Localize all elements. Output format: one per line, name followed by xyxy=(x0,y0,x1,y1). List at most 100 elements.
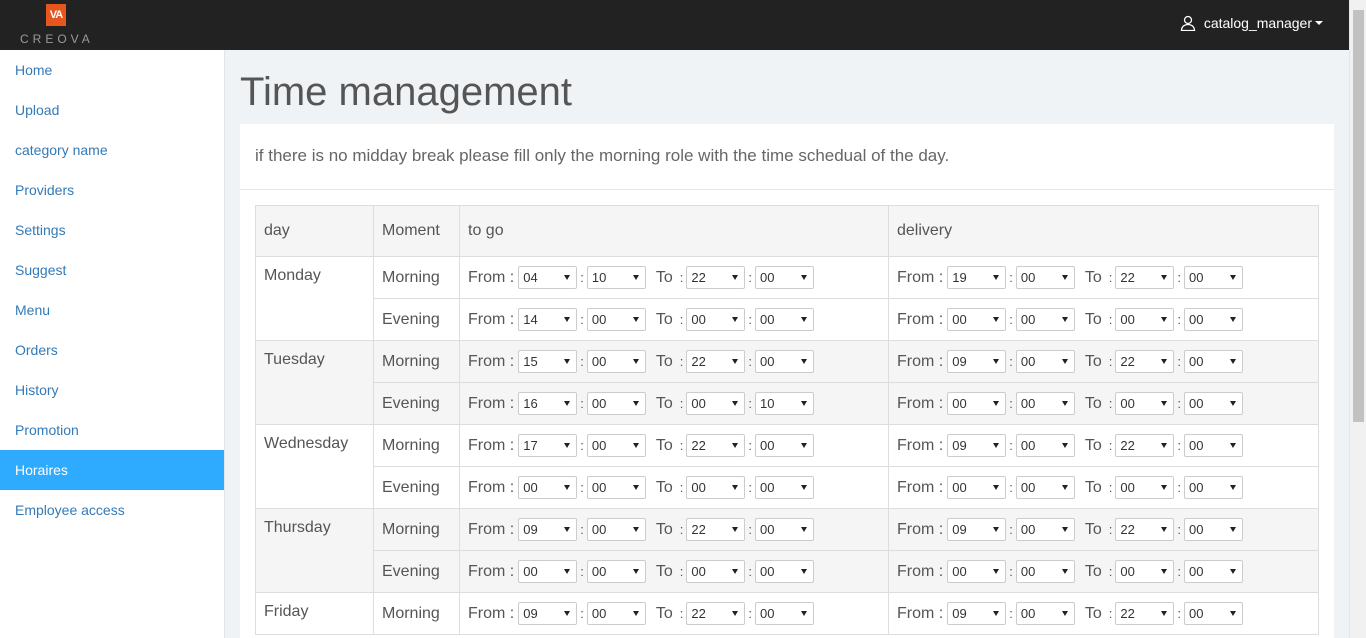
sidebar-item-home[interactable]: Home xyxy=(0,50,224,90)
delivery-from-hour-select[interactable]: 09 xyxy=(947,518,1007,541)
togo-from-hour-select[interactable]: 04 xyxy=(518,266,578,289)
togo-from-hour-select[interactable]: 09 xyxy=(518,518,578,541)
delivery-to-hour-select[interactable]: 00 xyxy=(1115,392,1175,415)
sidebar-item-menu[interactable]: Menu xyxy=(0,290,224,330)
delivery-from-minute-select[interactable]: 00 xyxy=(1015,350,1075,373)
time-colon: : xyxy=(748,270,752,285)
moment-cell: Evening xyxy=(373,466,460,509)
togo-to-minute-select[interactable]: 00 xyxy=(755,308,814,331)
page-scrollbar[interactable] xyxy=(1349,0,1366,638)
from-label: From : xyxy=(897,268,944,286)
togo-to-minute-select[interactable]: 00 xyxy=(755,602,814,625)
delivery-from-hour-select[interactable]: 09 xyxy=(947,602,1007,625)
togo-to-minute-select[interactable]: 00 xyxy=(755,434,814,457)
delivery-from-hour-select[interactable]: 00 xyxy=(947,392,1007,415)
delivery-from-minute-select[interactable]: 00 xyxy=(1015,308,1075,331)
togo-from-hour-select[interactable]: 00 xyxy=(518,476,578,499)
delivery-from-minute-select[interactable]: 00 xyxy=(1015,266,1075,289)
togo-from-minute-select[interactable]: 00 xyxy=(586,308,646,331)
togo-to-hour-select[interactable]: 00 xyxy=(686,392,746,415)
delivery-to-minute-select[interactable]: 00 xyxy=(1184,392,1243,415)
delivery-cell: From :00:00 To:00:00 xyxy=(888,466,1319,509)
delivery-from-hour-select[interactable]: 00 xyxy=(947,560,1007,583)
togo-time-range: From :04:10 To:22:00 xyxy=(468,266,888,289)
togo-to-hour-select[interactable]: 22 xyxy=(686,434,746,457)
delivery-from-minute-select[interactable]: 00 xyxy=(1015,476,1075,499)
togo-to-hour-select[interactable]: 22 xyxy=(686,350,746,373)
togo-to-minute-select[interactable]: 00 xyxy=(755,560,814,583)
sidebar-item-promotion[interactable]: Promotion xyxy=(0,410,224,450)
delivery-from-hour-select[interactable]: 19 xyxy=(947,266,1007,289)
togo-to-hour-select[interactable]: 22 xyxy=(686,602,746,625)
delivery-to-hour-select[interactable]: 00 xyxy=(1115,476,1175,499)
togo-from-hour-select[interactable]: 14 xyxy=(518,308,578,331)
sidebar-item-orders[interactable]: Orders xyxy=(0,330,224,370)
togo-from-minute-select[interactable]: 10 xyxy=(586,266,646,289)
togo-from-hour-select[interactable]: 16 xyxy=(518,392,578,415)
togo-from-minute-select[interactable]: 00 xyxy=(586,602,646,625)
togo-from-hour-select[interactable]: 09 xyxy=(518,602,578,625)
delivery-from-minute-select[interactable]: 00 xyxy=(1015,560,1075,583)
delivery-from-hour-select[interactable]: 00 xyxy=(947,308,1007,331)
delivery-to-minute-select[interactable]: 00 xyxy=(1184,602,1243,625)
togo-from-minute-select[interactable]: 00 xyxy=(586,476,646,499)
delivery-to-minute-select[interactable]: 00 xyxy=(1184,560,1243,583)
user-menu[interactable]: catalog_manager xyxy=(1180,15,1323,31)
togo-from-minute-select[interactable]: 00 xyxy=(586,392,646,415)
delivery-from-minute-select[interactable]: 00 xyxy=(1015,602,1075,625)
delivery-to-hour-select[interactable]: 22 xyxy=(1115,518,1175,541)
togo-from-minute-select[interactable]: 00 xyxy=(586,434,646,457)
delivery-to-hour-select[interactable]: 22 xyxy=(1115,350,1175,373)
to-label: To xyxy=(655,520,673,538)
delivery-from-hour-select[interactable]: 09 xyxy=(947,350,1007,373)
time-colon: : xyxy=(1009,312,1013,327)
top-navbar: VA CREOVA catalog_manager xyxy=(0,0,1349,50)
delivery-from-hour-select[interactable]: 00 xyxy=(947,476,1007,499)
togo-to-minute-select[interactable]: 00 xyxy=(755,266,814,289)
delivery-from-hour-select[interactable]: 09 xyxy=(947,434,1007,457)
delivery-to-minute-select[interactable]: 00 xyxy=(1184,308,1243,331)
togo-to-hour-select[interactable]: 22 xyxy=(686,518,746,541)
togo-to-hour-select[interactable]: 22 xyxy=(686,266,746,289)
sidebar-item-upload[interactable]: Upload xyxy=(0,90,224,130)
delivery-to-minute-select[interactable]: 00 xyxy=(1184,434,1243,457)
sidebar-item-suggest[interactable]: Suggest xyxy=(0,250,224,290)
sidebar-item-horaires[interactable]: Horaires xyxy=(0,450,224,490)
togo-from-hour-select[interactable]: 00 xyxy=(518,560,578,583)
delivery-to-hour-select[interactable]: 22 xyxy=(1115,266,1175,289)
delivery-to-hour-select[interactable]: 00 xyxy=(1115,560,1175,583)
togo-to-hour-select[interactable]: 00 xyxy=(686,476,746,499)
delivery-to-minute-select[interactable]: 00 xyxy=(1184,266,1243,289)
delivery-from-minute-select[interactable]: 00 xyxy=(1015,518,1075,541)
togo-from-minute-select[interactable]: 00 xyxy=(586,560,646,583)
togo-from-hour-select[interactable]: 17 xyxy=(518,434,578,457)
togo-from-minute-select[interactable]: 00 xyxy=(586,518,646,541)
from-label: From : xyxy=(468,478,515,496)
togo-from-hour-select[interactable]: 15 xyxy=(518,350,578,373)
delivery-to-minute-select[interactable]: 00 xyxy=(1184,518,1243,541)
togo-to-minute-select[interactable]: 10 xyxy=(755,392,814,415)
time-colon: : xyxy=(748,354,752,369)
delivery-to-minute-select[interactable]: 00 xyxy=(1184,350,1243,373)
creova-logo[interactable]: VA CREOVA xyxy=(20,4,92,46)
delivery-from-minute-select[interactable]: 00 xyxy=(1015,434,1075,457)
sidebar-item-history[interactable]: History xyxy=(0,370,224,410)
delivery-from-minute-select[interactable]: 00 xyxy=(1015,392,1075,415)
togo-to-hour-select[interactable]: 00 xyxy=(686,308,746,331)
scrollbar-thumb[interactable] xyxy=(1353,10,1364,422)
sidebar-item-settings[interactable]: Settings xyxy=(0,210,224,250)
delivery-to-hour-select[interactable]: 22 xyxy=(1115,602,1175,625)
togo-to-minute-select[interactable]: 00 xyxy=(755,518,814,541)
togo-to-minute-select[interactable]: 00 xyxy=(755,476,814,499)
delivery-to-minute-select[interactable]: 00 xyxy=(1184,476,1243,499)
sidebar-item-category-name[interactable]: category name xyxy=(0,130,224,170)
togo-from-minute-select[interactable]: 00 xyxy=(586,350,646,373)
sidebar-item-providers[interactable]: Providers xyxy=(0,170,224,210)
delivery-to-hour-select[interactable]: 22 xyxy=(1115,434,1175,457)
delivery-to-hour-select[interactable]: 00 xyxy=(1115,308,1175,331)
togo-to-minute-select[interactable]: 00 xyxy=(755,350,814,373)
to-label: To xyxy=(655,394,673,412)
togo-to-hour-select[interactable]: 00 xyxy=(686,560,746,583)
togo-cell: From :14:00 To:00:00 xyxy=(459,298,889,341)
sidebar-item-employee-access[interactable]: Employee access xyxy=(0,490,224,530)
